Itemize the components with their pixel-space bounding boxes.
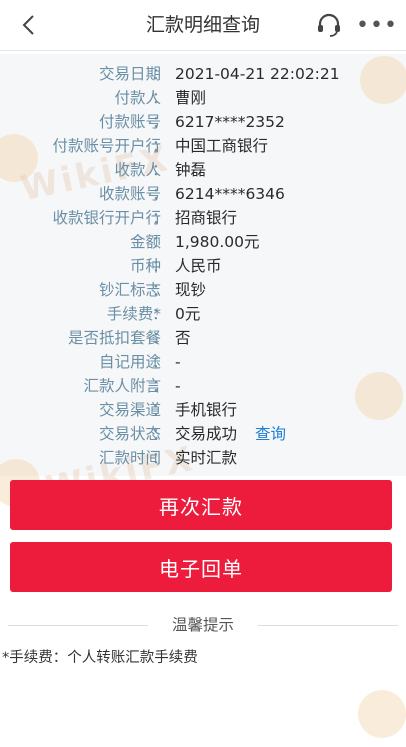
detail-value: 0元 [175, 305, 201, 323]
detail-label: 付款账号开户行 [52, 137, 161, 155]
detail-separator: ： [152, 113, 168, 131]
detail-value: 招商银行 [175, 209, 238, 227]
tips-title: 温馨提示 [171, 616, 234, 634]
detail-row-remitter-note: 汇款人附言 ： - [0, 374, 406, 398]
watermark-logo [358, 690, 406, 738]
detail-value: 实时汇款 [175, 449, 238, 467]
back-button[interactable] [14, 10, 44, 40]
detail-separator: ： [152, 65, 168, 83]
detail-separator: ： [152, 449, 168, 467]
detail-row-payer: 付款人 ： 曹刚 [0, 86, 406, 110]
page-title: 汇款明细查询 [145, 14, 260, 36]
detail-row-cash-flag: 钞汇标志 ： 现钞 [0, 278, 406, 302]
detail-separator: ： [152, 257, 168, 275]
detail-row-fee: 手续费* ： 0元 [0, 302, 406, 326]
detail-separator: ： [152, 305, 168, 323]
detail-separator: ： [152, 209, 168, 227]
detail-label: 是否抵扣套餐 [67, 329, 161, 347]
detail-separator: ： [152, 161, 168, 179]
detail-value: 现钞 [175, 281, 207, 299]
detail-row-channel: 交易渠道 ： 手机银行 [0, 398, 406, 422]
detail-separator: ： [152, 353, 168, 371]
detail-row-package-deduct: 是否抵扣套餐 ： 否 [0, 326, 406, 350]
detail-value: 1,980.00元 [175, 233, 260, 251]
detail-value: 中国工商银行 [175, 137, 269, 155]
transaction-details: WikiFX WikiFX 交易日期 ： 2021-04-21 22:02:21… [0, 54, 406, 509]
detail-value: 钟磊 [175, 161, 207, 179]
detail-value: 交易成功 [175, 425, 238, 443]
more-button[interactable]: ••• [356, 10, 397, 40]
detail-row-payee: 收款人 ： 钟磊 [0, 158, 406, 182]
detail-row-payee-bank: 收款银行开户行 ： 招商银行 [0, 206, 406, 230]
e-receipt-button[interactable]: 电子回单 [10, 542, 392, 592]
detail-value: 否 [175, 329, 191, 347]
detail-row-trade-date: 交易日期 ： 2021-04-21 22:02:21 [0, 62, 406, 86]
more-dots-icon: ••• [356, 12, 398, 38]
detail-separator: ： [152, 233, 168, 251]
detail-value: 手机银行 [175, 401, 238, 419]
detail-separator: ： [152, 137, 168, 155]
status-query-link[interactable]: 查询 [255, 422, 286, 446]
detail-value: 6214****6346 [175, 185, 285, 203]
detail-row-purpose: 自记用途 ： - [0, 350, 406, 374]
detail-value: 2021-04-21 22:02:21 [175, 65, 340, 83]
detail-row-remit-time: 汇款时间 ： 实时汇款 [0, 446, 406, 470]
detail-label: 汇款人附言 [83, 377, 161, 395]
detail-value: 6217****2352 [175, 113, 285, 131]
detail-separator: ： [152, 281, 168, 299]
detail-separator: ： [152, 89, 168, 107]
detail-row-payee-account: 收款账号 ： 6214****6346 [0, 182, 406, 206]
detail-row-amount: 金额 ： 1,980.00元 [0, 230, 406, 254]
detail-separator: ： [152, 329, 168, 347]
customer-service-button[interactable] [313, 10, 345, 40]
detail-separator: ： [152, 401, 168, 419]
detail-separator: ： [152, 185, 168, 203]
detail-row-payer-bank: 付款账号开户行 ： 中国工商银行 [0, 134, 406, 158]
headset-icon [318, 13, 340, 37]
detail-label: 收款银行开户行 [52, 209, 161, 227]
detail-value: - [175, 377, 181, 395]
detail-value: 曹刚 [175, 89, 207, 107]
detail-row-status: 交易状态 ： 交易成功 查询 [0, 422, 406, 446]
tips-text: *手续费：个人转账汇款手续费 [2, 650, 198, 666]
detail-row-payer-account: 付款账号 ： 6217****2352 [0, 110, 406, 134]
detail-row-currency: 币种 ： 人民币 [0, 254, 406, 278]
detail-value: - [175, 353, 181, 371]
detail-value: 人民币 [175, 257, 222, 275]
detail-separator: ： [152, 425, 168, 443]
chevron-left-icon [22, 15, 34, 35]
remit-again-button[interactable]: 再次汇款 [10, 480, 392, 530]
header-bar: 汇款明细查询 ••• [0, 0, 406, 51]
detail-separator: ： [152, 377, 168, 395]
